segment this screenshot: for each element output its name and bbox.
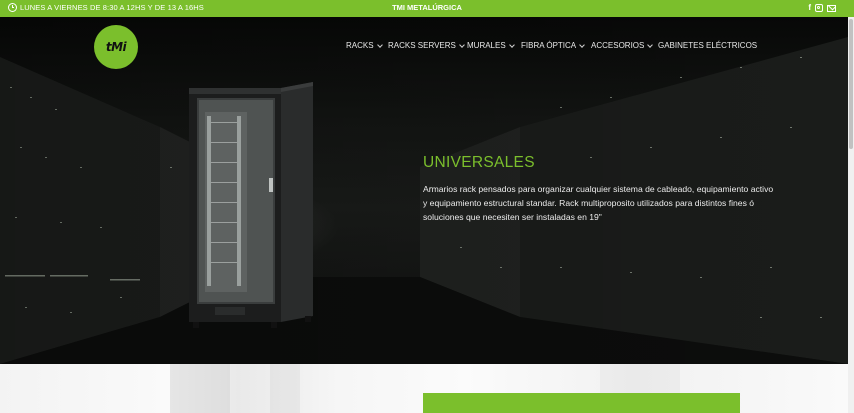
hero-banner: UNIVERSALES Armarios rack pensados para …	[0, 17, 848, 364]
scrollbar-thumb[interactable]	[849, 19, 853, 149]
chevron-down-icon	[376, 41, 383, 48]
background-blur	[270, 364, 300, 413]
mail-icon[interactable]	[827, 4, 836, 12]
page-scrollbar[interactable]	[848, 17, 854, 413]
rack-cabinet-image	[189, 82, 313, 328]
section-green-panel	[423, 393, 740, 413]
nav-item-label: FIBRA ÓPTICA	[521, 41, 577, 50]
hero-description: Armarios rack pensados para organizar cu…	[423, 184, 774, 223]
nav-item-racks[interactable]: RACKS	[346, 41, 383, 50]
facebook-icon[interactable]: f	[808, 3, 811, 13]
nav-item-label: RACKS SERVERS	[388, 41, 456, 50]
nav-item-fibra-optica[interactable]: FIBRA ÓPTICA	[521, 41, 585, 50]
logo-text: tMi	[105, 40, 127, 54]
top-bar-brand: TMI METALÚRGICA	[392, 3, 462, 12]
site-logo[interactable]: tMi	[94, 25, 138, 69]
nav-item-label: GABINETES ELÉCTRICOS	[658, 41, 758, 50]
background-blur	[170, 364, 230, 413]
chevron-down-icon	[459, 41, 465, 48]
nav-item-accesorios[interactable]: ACCESORIOS	[591, 41, 654, 50]
chevron-down-icon	[579, 41, 585, 48]
nav-item-racks-servers[interactable]: RACKS SERVERS	[388, 41, 465, 50]
social-links: f	[808, 3, 836, 13]
nav-item-label: MURALES	[467, 41, 506, 50]
instagram-icon[interactable]	[815, 4, 823, 12]
top-bar: LUNES A VIERNES DE 8:30 A 12HS Y DE 13 A…	[0, 0, 854, 17]
chevron-down-icon	[508, 41, 515, 48]
nav-item-label: ACCESORIOS	[591, 41, 645, 50]
nav-item-gabinetes-electricos[interactable]: GABINETES ELÉCTRICOS	[658, 41, 757, 50]
nav-item-label: RACKS	[346, 41, 374, 50]
hero-title: UNIVERSALES	[423, 154, 535, 171]
nav-item-murales[interactable]: MURALES	[467, 41, 515, 50]
chevron-down-icon	[647, 41, 654, 48]
